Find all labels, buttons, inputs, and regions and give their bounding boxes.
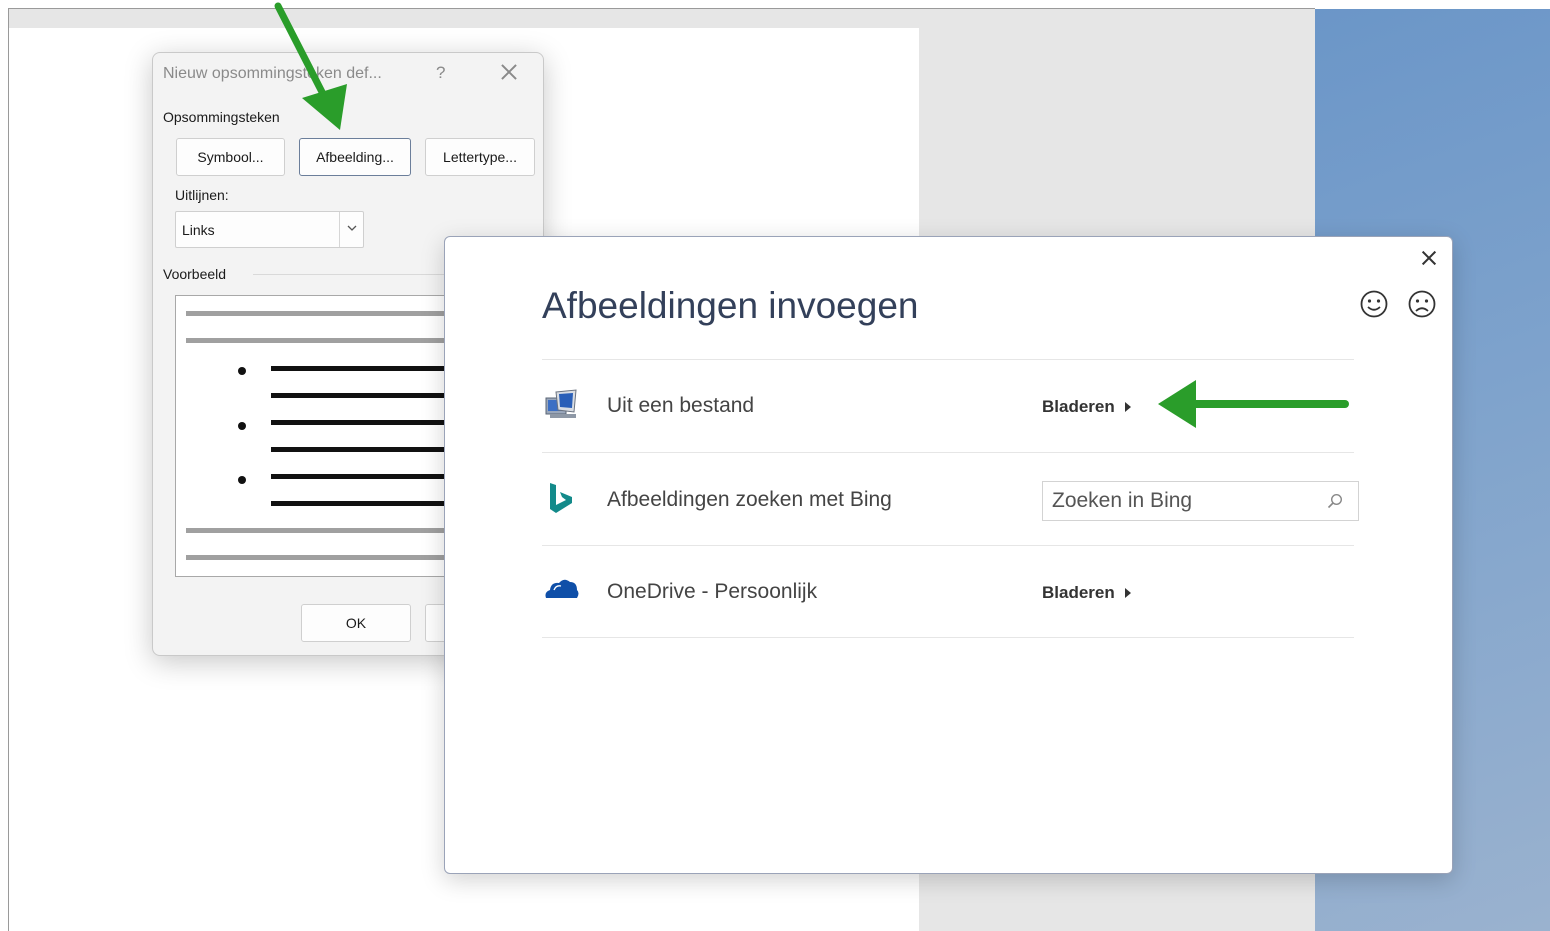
from-file-label: Uit een bestand bbox=[607, 394, 755, 417]
bing-search-box bbox=[1042, 481, 1359, 521]
bing-search-input[interactable] bbox=[1043, 482, 1323, 520]
dialog-title: Afbeeldingen invoegen bbox=[542, 285, 919, 326]
close-icon[interactable] bbox=[1420, 249, 1438, 267]
preview-bullet bbox=[238, 476, 246, 484]
window-border-top bbox=[8, 8, 1315, 9]
onedrive-label: OneDrive - Persoonlijk bbox=[607, 580, 818, 603]
ok-button[interactable]: OK bbox=[301, 604, 411, 642]
search-icon[interactable] bbox=[1326, 492, 1344, 510]
close-icon[interactable] bbox=[499, 62, 519, 82]
alignment-label: Uitlijnen: bbox=[175, 187, 229, 203]
picture-button[interactable]: Afbeelding... bbox=[299, 138, 411, 176]
select-separator bbox=[339, 212, 340, 247]
browse-file-button[interactable]: Bladeren bbox=[1042, 397, 1131, 417]
onedrive-icon bbox=[545, 579, 579, 598]
preview-bullet bbox=[238, 367, 246, 375]
smile-icon[interactable] bbox=[1359, 289, 1389, 319]
caret-right-icon bbox=[1124, 402, 1131, 412]
preview-label: Voorbeeld bbox=[163, 266, 227, 282]
browse-onedrive-label: Bladeren bbox=[1042, 583, 1115, 602]
bullet-group-label: Opsommingsteken bbox=[163, 109, 280, 125]
browse-file-label: Bladeren bbox=[1042, 397, 1115, 416]
chevron-down-icon bbox=[347, 225, 357, 231]
insert-pictures-dialog: Afbeeldingen invoegen Uit een bestand Bl… bbox=[444, 236, 1453, 874]
browse-onedrive-button[interactable]: Bladeren bbox=[1042, 583, 1131, 603]
preview-bullet bbox=[238, 422, 246, 430]
bing-search-row: Afbeeldingen zoeken met Bing bbox=[542, 452, 1359, 545]
frown-icon[interactable] bbox=[1407, 289, 1437, 319]
symbol-button[interactable]: Symbool... bbox=[176, 138, 285, 176]
alignment-value: Links bbox=[182, 222, 215, 238]
bing-icon bbox=[550, 483, 572, 513]
onedrive-row[interactable]: OneDrive - Persoonlijk Bladeren bbox=[542, 545, 1354, 638]
font-button[interactable]: Lettertype... bbox=[425, 138, 535, 176]
help-button[interactable]: ? bbox=[436, 63, 445, 83]
from-file-row[interactable]: Uit een bestand Bladeren bbox=[542, 359, 1354, 452]
caret-right-icon bbox=[1124, 588, 1131, 598]
alignment-select[interactable]: Links bbox=[175, 211, 364, 248]
bing-search-label: Afbeeldingen zoeken met Bing bbox=[607, 488, 892, 511]
computer-icon bbox=[545, 389, 577, 418]
dialog-title: Nieuw opsommingsteken def... bbox=[163, 65, 382, 82]
